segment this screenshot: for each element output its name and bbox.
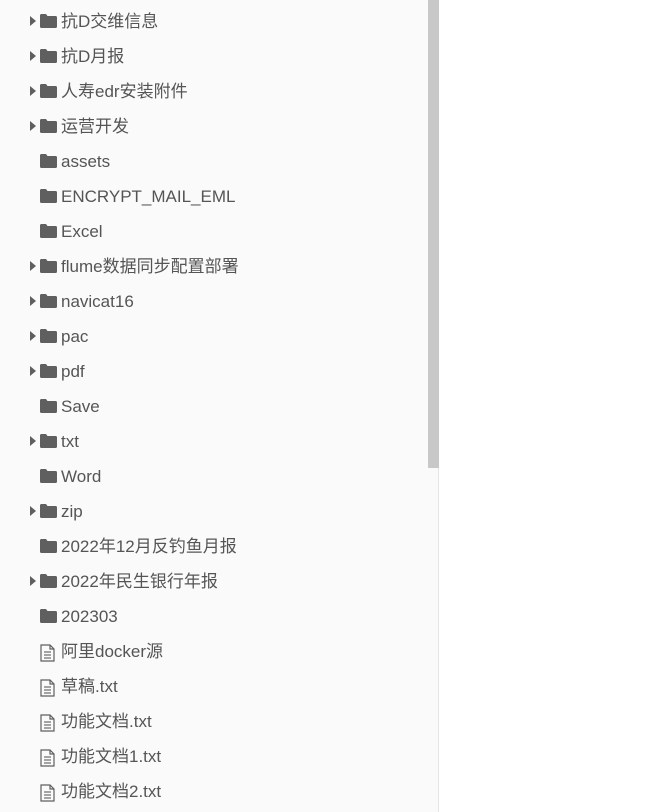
file-tree-sidebar: 抗D交维信息 抗D月报人寿edr安装附件 运营开发 assets ENCRYPT_MAI… — [0, 0, 439, 812]
tree-folder-item[interactable]: txt — [0, 425, 428, 460]
tree-item-label: ENCRYPT_MAIL_EML — [61, 187, 236, 206]
tree-folder-item[interactable]: 运营开发 — [0, 110, 428, 145]
tree-folder-item[interactable]: pac — [0, 320, 428, 355]
editor-area[interactable] — [440, 0, 671, 812]
folder-icon — [40, 224, 57, 238]
tree-item-label: 运营开发 — [61, 117, 129, 136]
tree-item-label: txt — [61, 432, 79, 451]
caret-right-icon[interactable] — [30, 86, 36, 96]
tree-folder-item[interactable]: 2022年12月反钓鱼月报 — [0, 530, 428, 565]
tree-item-label: flume数据同步配置部署 — [61, 257, 239, 276]
folder-icon — [40, 434, 57, 448]
tree-item-label: assets — [61, 152, 111, 171]
caret-right-icon[interactable] — [30, 576, 36, 586]
folder-icon — [40, 469, 57, 483]
folder-icon — [40, 14, 57, 28]
tree-item-label: Excel — [61, 222, 103, 241]
tree-file-item[interactable]: 草稿.txt — [0, 670, 428, 705]
folder-icon — [40, 329, 57, 343]
tree-item-label: 2022年民生银行年报 — [61, 572, 218, 591]
file-tree: 抗D交维信息 抗D月报人寿edr安装附件 运营开发 assets ENCRYPT_MAI… — [0, 5, 428, 810]
caret-right-icon[interactable] — [30, 331, 36, 341]
tree-folder-item[interactable]: assets — [0, 145, 428, 180]
caret-right-icon[interactable] — [30, 51, 36, 61]
folder-icon — [40, 574, 57, 588]
tree-folder-item[interactable]: zip — [0, 495, 428, 530]
tree-item-label: 抗D交维信息 — [61, 12, 159, 31]
caret-right-icon[interactable] — [30, 436, 36, 446]
tree-file-item[interactable]: 功能文档2.txt — [0, 775, 428, 810]
tree-folder-item[interactable]: 2022年民生银行年报 — [0, 565, 428, 600]
tree-file-item[interactable]: 功能文档.txt — [0, 705, 428, 740]
tree-item-label: 2022年12月反钓鱼月报 — [61, 537, 237, 556]
folder-icon — [40, 539, 57, 553]
tree-item-label: 草稿.txt — [61, 677, 118, 696]
tree-folder-item[interactable]: 抗D月报 — [0, 40, 428, 75]
tree-folder-item[interactable]: navicat16 — [0, 285, 428, 320]
folder-icon — [40, 49, 57, 63]
tree-item-label: 抗D月报 — [61, 47, 125, 66]
folder-icon — [40, 294, 57, 308]
tree-folder-item[interactable]: Save — [0, 390, 428, 425]
caret-right-icon[interactable] — [30, 366, 36, 376]
file-text-icon — [40, 714, 55, 732]
folder-icon — [40, 399, 57, 413]
tree-item-label: navicat16 — [61, 292, 134, 311]
tree-item-label: 功能文档.txt — [61, 712, 152, 731]
folder-icon — [40, 119, 57, 133]
folder-icon — [40, 259, 57, 273]
tree-item-label: zip — [61, 502, 83, 521]
tree-item-label: pac — [61, 327, 89, 346]
tree-item-label: 功能文档1.txt — [61, 747, 162, 766]
tree-folder-item[interactable]: 202303 — [0, 600, 428, 635]
tree-folder-item[interactable]: ENCRYPT_MAIL_EML — [0, 180, 428, 215]
folder-icon — [40, 189, 57, 203]
tree-folder-item[interactable]: 抗D交维信息 — [0, 5, 428, 40]
tree-file-item[interactable]: 功能文档1.txt — [0, 740, 428, 775]
folder-icon — [40, 609, 57, 623]
file-text-icon — [40, 644, 55, 662]
tree-item-label: 202303 — [61, 607, 118, 626]
tree-item-label: 阿里docker源 — [61, 642, 164, 661]
file-text-icon — [40, 679, 55, 697]
tree-item-label: 人寿edr安装附件 — [61, 82, 188, 101]
caret-right-icon[interactable] — [30, 121, 36, 131]
caret-right-icon[interactable] — [30, 16, 36, 26]
folder-icon — [40, 84, 57, 98]
folder-icon — [40, 364, 57, 378]
file-text-icon — [40, 749, 55, 767]
tree-folder-item[interactable]: Word — [0, 460, 428, 495]
caret-right-icon[interactable] — [30, 296, 36, 306]
tree-folder-item[interactable]: flume数据同步配置部署 — [0, 250, 428, 285]
tree-folder-item[interactable]: pdf — [0, 355, 428, 390]
tree-folder-item[interactable]: Excel — [0, 215, 428, 250]
caret-right-icon[interactable] — [30, 261, 36, 271]
sidebar-scrollbar-thumb[interactable] — [428, 0, 439, 468]
file-text-icon — [40, 784, 55, 802]
tree-item-label: Save — [61, 397, 100, 416]
caret-right-icon[interactable] — [30, 506, 36, 516]
tree-item-label: Word — [61, 467, 102, 486]
tree-file-item[interactable]: 阿里docker源 — [0, 635, 428, 670]
tree-item-label: 功能文档2.txt — [61, 782, 162, 801]
tree-item-label: pdf — [61, 362, 85, 381]
folder-icon — [40, 154, 57, 168]
tree-folder-item[interactable]: 人寿edr安装附件 — [0, 75, 428, 110]
folder-icon — [40, 504, 57, 518]
